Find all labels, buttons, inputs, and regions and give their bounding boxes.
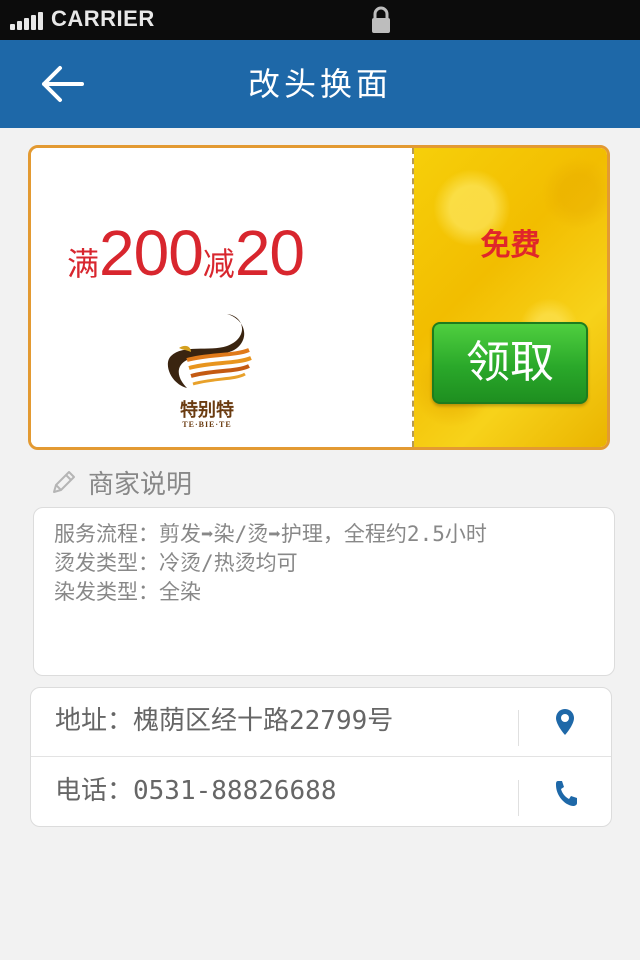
free-label: 免费 — [480, 228, 541, 263]
carrier-name: CARRIER — [51, 6, 155, 31]
description-line: 服务流程：剪发➡染/烫➡护理，全程约2.5小时 — [54, 522, 487, 546]
phone-row[interactable]: 电话：0531-88826688 — [31, 758, 611, 827]
offer-mid: 减 — [202, 245, 235, 283]
logo-pinyin: TE·BIE·TE — [182, 420, 232, 429]
lock-icon — [372, 6, 390, 33]
page-title: 改头换面 — [247, 65, 392, 103]
address-row[interactable]: 地址：槐荫区经十路22799号 — [31, 688, 611, 757]
offer-threshold: 200 — [99, 217, 204, 289]
status-bar: CARRIER — [0, 0, 640, 40]
claim-button[interactable]: 领取 — [432, 322, 588, 404]
description-line: 染发类型：全染 — [54, 580, 201, 604]
coupon-info-panel: 满200减20 特别特 TE·BIE·TE — [31, 148, 412, 447]
location-pin-icon[interactable] — [551, 706, 579, 740]
section-title: 商家说明 — [88, 470, 193, 500]
row-separator — [518, 710, 519, 746]
phone-text: 电话：0531-88826688 — [55, 776, 337, 806]
merchant-description: 服务流程：剪发➡染/烫➡护理，全程约2.5小时 烫发类型：冷烫/热烫均可 染发类… — [33, 507, 615, 676]
offer-discount: 20 — [234, 217, 305, 289]
coupon-card: 满200减20 特别特 TE·BIE·TE 免费 领取 — [28, 145, 610, 450]
phone-icon[interactable] — [551, 776, 579, 810]
signal-strength-icon — [10, 10, 48, 30]
coupon-offer: 满200减20 — [67, 216, 305, 290]
contact-card: 地址：槐荫区经十路22799号 电话：0531-88826688 — [30, 687, 612, 827]
hair-swirl-logo-icon — [167, 314, 252, 388]
row-separator — [518, 780, 519, 816]
arrow-left-icon[interactable] — [38, 64, 86, 104]
coupon-claim-panel: 免费 领取 — [414, 148, 607, 447]
navbar: 改头换面 — [0, 40, 640, 128]
description-line: 烫发类型：冷烫/热烫均可 — [54, 551, 298, 575]
merchant-logo: 特别特 TE·BIE·TE — [157, 308, 257, 438]
address-text: 地址：槐荫区经十路22799号 — [55, 706, 394, 736]
offer-prefix: 满 — [67, 245, 100, 283]
logo-name: 特别特 — [180, 400, 234, 421]
pencil-icon — [53, 471, 75, 493]
